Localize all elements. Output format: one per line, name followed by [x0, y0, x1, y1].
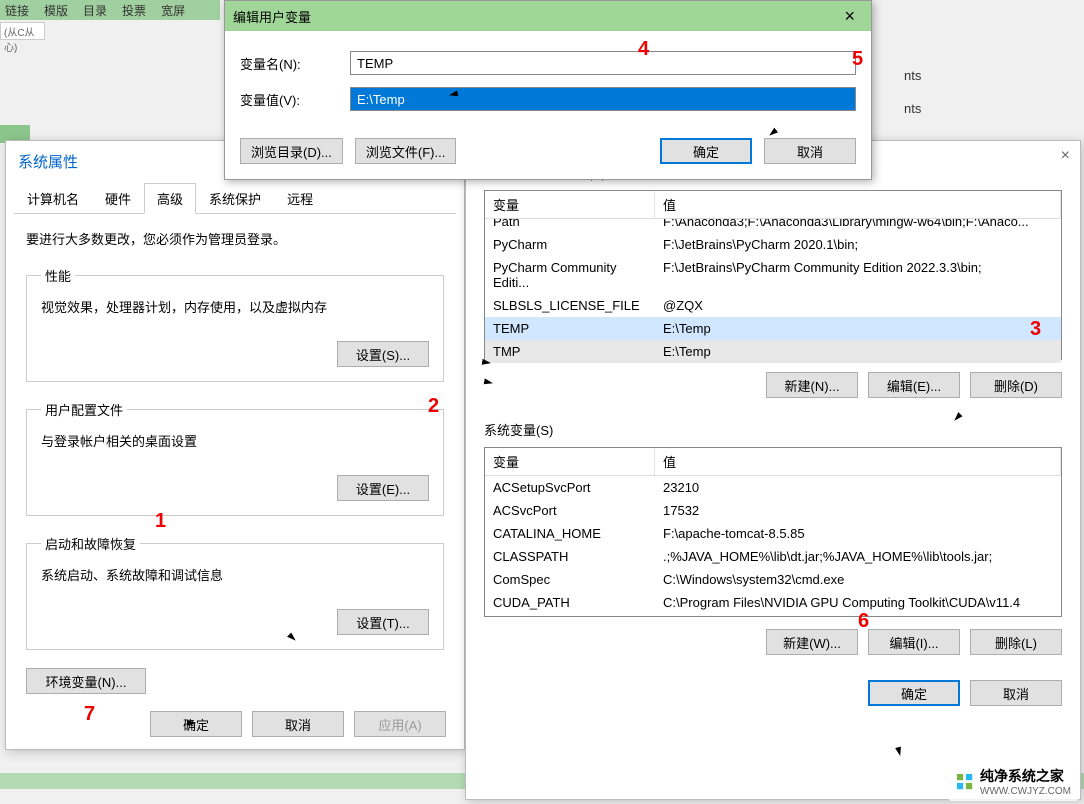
- var-value: F:\apache-tomcat-8.5.85: [655, 524, 1061, 543]
- sys-delete-button[interactable]: 删除(L): [970, 629, 1062, 655]
- list-row[interactable]: TEMPE:\Temp: [485, 317, 1061, 340]
- watermark: 纯净系统之家 WWW.CWJYZ.COM: [948, 762, 1079, 801]
- var-name: TEMP: [485, 319, 655, 338]
- var-value: F:\JetBrains\PyCharm Community Edition 2…: [655, 258, 1061, 292]
- var-name: ACSetupSvcPort: [485, 478, 655, 497]
- var-value: 17532: [655, 501, 1061, 520]
- admin-note: 要进行大多数更改，您必须作为管理员登录。: [26, 229, 444, 248]
- var-value: .;%JAVA_HOME%\lib\dt.jar;%JAVA_HOME%\lib…: [655, 547, 1061, 566]
- performance-settings-button[interactable]: 设置(S)...: [337, 341, 429, 367]
- var-value-label: 变量值(V):: [240, 90, 350, 109]
- sys-apply-button[interactable]: 应用(A): [354, 711, 446, 737]
- sys-edit-button[interactable]: 编辑(I)...: [868, 629, 960, 655]
- var-name-label: 变量名(N):: [240, 54, 350, 73]
- watermark-name: 纯净系统之家: [980, 768, 1064, 784]
- var-name: CUDA_PATH_V11_4: [485, 616, 655, 620]
- startup-settings-button[interactable]: 设置(T)...: [337, 609, 429, 635]
- list-row[interactable]: PathF:\Anaconda3;F:\Anaconda3\Library\mi…: [485, 219, 1061, 233]
- var-name: SLBSLS_LICENSE_FILE: [485, 296, 655, 315]
- var-value: @ZQX: [655, 296, 1061, 315]
- col-value[interactable]: 值: [655, 191, 1061, 218]
- bg-tab: (从C从心): [0, 22, 45, 40]
- var-name: ComSpec: [485, 570, 655, 589]
- userprofile-desc: 与登录帐户相关的桌面设置: [41, 431, 429, 450]
- close-icon[interactable]: ×: [1061, 147, 1070, 165]
- var-name-input[interactable]: [350, 51, 856, 75]
- var-value: C:\Program Files\NVIDIA GPU Computing To…: [655, 593, 1061, 612]
- startup-group: 启动和故障恢复 系统启动、系统故障和调试信息 设置(T)...: [26, 534, 444, 650]
- list-row[interactable]: SLBSLS_LICENSE_FILE@ZQX: [485, 294, 1061, 317]
- tab-sysprotect[interactable]: 系统保护: [196, 183, 274, 214]
- col-value[interactable]: 值: [655, 448, 1061, 475]
- var-value: C:\Program Files\NVIDIA GPU Computing To…: [655, 616, 1061, 620]
- bg-menu: 链接模版目录投票宽屏: [0, 0, 220, 20]
- sys-vars-label: 系统变量(S): [484, 420, 1062, 439]
- edit-variable-dialog: 编辑用户变量 × 变量名(N): 变量值(V): 浏览目录(D)... 浏览文件…: [224, 0, 872, 180]
- list-row[interactable]: ACSvcPort17532: [485, 499, 1061, 522]
- list-row[interactable]: CUDA_PATH_V11_4C:\Program Files\NVIDIA G…: [485, 614, 1061, 620]
- edit-ok-button[interactable]: 确定: [660, 138, 752, 164]
- edit-dialog-titlebar[interactable]: 编辑用户变量 ×: [225, 1, 871, 31]
- sys-new-button[interactable]: 新建(W)...: [766, 629, 858, 655]
- var-name: CLASSPATH: [485, 547, 655, 566]
- edit-dialog-title: 编辑用户变量: [233, 7, 311, 26]
- list-row[interactable]: CLASSPATH.;%JAVA_HOME%\lib\dt.jar;%JAVA_…: [485, 545, 1061, 568]
- list-row[interactable]: PyCharm Community Editi...F:\JetBrains\P…: [485, 256, 1061, 294]
- performance-group: 性能 视觉效果，处理器计划，内存使用，以及虚拟内存 设置(S)...: [26, 266, 444, 382]
- tab-advanced[interactable]: 高级: [144, 183, 196, 214]
- sys-tabs: 计算机名 硬件 高级 系统保护 远程: [14, 182, 456, 214]
- userprofile-legend: 用户配置文件: [41, 400, 127, 419]
- user-edit-button[interactable]: 编辑(E)...: [868, 372, 960, 398]
- env-ok-button[interactable]: 确定: [868, 680, 960, 706]
- var-name: ACSvcPort: [485, 501, 655, 520]
- edit-cancel-button[interactable]: 取消: [764, 138, 856, 164]
- list-row[interactable]: CATALINA_HOMEF:\apache-tomcat-8.5.85: [485, 522, 1061, 545]
- user-new-button[interactable]: 新建(N)...: [766, 372, 858, 398]
- list-row[interactable]: TMPE:\Temp: [485, 340, 1061, 363]
- var-value: 23210: [655, 478, 1061, 497]
- col-variable[interactable]: 变量: [485, 448, 655, 475]
- var-value: C:\Windows\system32\cmd.exe: [655, 570, 1061, 589]
- performance-legend: 性能: [41, 266, 75, 285]
- logo-icon: [956, 773, 974, 791]
- browse-file-button[interactable]: 浏览文件(F)...: [355, 138, 456, 164]
- env-cancel-button[interactable]: 取消: [970, 680, 1062, 706]
- sys-cancel-button[interactable]: 取消: [252, 711, 344, 737]
- tab-hardware[interactable]: 硬件: [92, 183, 144, 214]
- var-value: E:\Temp: [655, 319, 1061, 338]
- list-row[interactable]: ComSpecC:\Windows\system32\cmd.exe: [485, 568, 1061, 591]
- var-value-input[interactable]: [350, 87, 856, 111]
- startup-legend: 启动和故障恢复: [41, 534, 140, 553]
- list-row[interactable]: CUDA_PATHC:\Program Files\NVIDIA GPU Com…: [485, 591, 1061, 614]
- tab-computername[interactable]: 计算机名: [14, 183, 92, 214]
- close-icon[interactable]: ×: [836, 6, 863, 27]
- var-name: CATALINA_HOME: [485, 524, 655, 543]
- col-variable[interactable]: 变量: [485, 191, 655, 218]
- var-name: Path: [485, 219, 655, 231]
- var-value: E:\Temp: [655, 342, 1061, 361]
- userprofile-settings-button[interactable]: 设置(E)...: [337, 475, 429, 501]
- sys-ok-button[interactable]: 确定: [150, 711, 242, 737]
- env-vars-button[interactable]: 环境变量(N)...: [26, 668, 146, 694]
- sys-vars-list[interactable]: 变量 值 ACSetupSvcPort23210ACSvcPort17532CA…: [484, 447, 1062, 617]
- list-row[interactable]: PyCharmF:\JetBrains\PyCharm 2020.1\bin;: [485, 233, 1061, 256]
- env-vars-dialog: × ASUS 的用户变量(U) 变量 值 OneDriveConsumerC:\…: [465, 140, 1081, 800]
- list-row[interactable]: ACSetupSvcPort23210: [485, 476, 1061, 499]
- performance-desc: 视觉效果，处理器计划，内存使用，以及虚拟内存: [41, 297, 429, 316]
- bg-right: ntsnts: [904, 50, 1084, 130]
- var-name: CUDA_PATH: [485, 593, 655, 612]
- startup-desc: 系统启动、系统故障和调试信息: [41, 565, 429, 584]
- userprofile-group: 用户配置文件 与登录帐户相关的桌面设置 设置(E)...: [26, 400, 444, 516]
- user-vars-list[interactable]: 变量 值 OneDriveConsumerC:\Users\ASUS\OneDr…: [484, 190, 1062, 360]
- watermark-url: WWW.CWJYZ.COM: [980, 786, 1071, 797]
- var-name: PyCharm: [485, 235, 655, 254]
- var-value: F:\Anaconda3;F:\Anaconda3\Library\mingw-…: [655, 219, 1061, 231]
- system-properties-dialog: 系统属性 计算机名 硬件 高级 系统保护 远程 要进行大多数更改，您必须作为管理…: [5, 140, 465, 750]
- var-name: TMP: [485, 342, 655, 361]
- var-value: F:\JetBrains\PyCharm 2020.1\bin;: [655, 235, 1061, 254]
- var-name: PyCharm Community Editi...: [485, 258, 655, 292]
- tab-remote[interactable]: 远程: [274, 183, 326, 214]
- browse-dir-button[interactable]: 浏览目录(D)...: [240, 138, 343, 164]
- user-delete-button[interactable]: 删除(D): [970, 372, 1062, 398]
